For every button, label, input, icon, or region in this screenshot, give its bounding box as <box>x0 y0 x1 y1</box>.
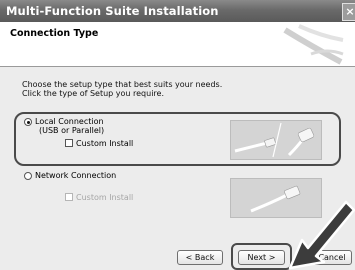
network-connection-label[interactable]: Network Connection <box>35 171 116 180</box>
network-custom-install-label[interactable]: Custom Install <box>76 193 133 202</box>
network-custom-install-checkbox[interactable] <box>65 193 73 201</box>
instruction-line-2: Click the type of Setup you require. <box>22 89 164 98</box>
local-connection-sublabel: (USB or Parallel) <box>39 126 105 135</box>
local-custom-install-label[interactable]: Custom Install <box>76 139 133 148</box>
local-connection-radio[interactable] <box>24 118 32 126</box>
next-button[interactable]: Next > <box>238 250 285 265</box>
page-title: Connection Type <box>10 28 99 39</box>
usb-parallel-cable-icon <box>234 122 315 158</box>
close-icon[interactable]: × <box>342 3 355 21</box>
window-title: Multi-Function Suite Installation <box>6 4 219 18</box>
local-connection-label[interactable]: Local Connection <box>35 117 104 126</box>
local-custom-install-checkbox[interactable] <box>65 139 73 147</box>
installer-window: Multi-Function Suite Installation × Conn… <box>0 0 355 270</box>
header-decoration-icon <box>283 24 344 65</box>
instruction-line-1: Choose the setup type that best suits yo… <box>22 80 223 89</box>
header-banner: Connection Type <box>0 22 355 67</box>
back-button[interactable]: < Back <box>177 250 223 265</box>
network-connection-radio[interactable] <box>24 172 32 180</box>
instructions: Choose the setup type that best suits yo… <box>22 80 222 98</box>
usb-parallel-cable-image <box>230 120 322 160</box>
title-bar[interactable]: Multi-Function Suite Installation × <box>0 0 355 22</box>
pointer-arrow-icon <box>288 200 355 270</box>
